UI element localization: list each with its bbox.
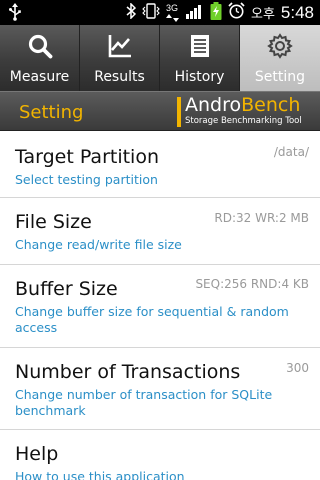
setting-value: SEQ:256 RND:4 KB <box>195 277 309 291</box>
setting-value: 300 <box>286 361 309 375</box>
signal-icon <box>185 3 204 23</box>
logo-name: AndroBench <box>185 94 300 116</box>
setting-title: Target Partition <box>15 146 160 168</box>
setting-number-of-transactions[interactable]: Number of Transactions 300 Change number… <box>0 348 320 430</box>
chart-icon <box>107 33 133 63</box>
androbench-logo: AndroBench Storage Benchmarking Tool <box>177 94 308 128</box>
setting-file-size[interactable]: File Size RD:32 WR:2 MB Change read/writ… <box>0 198 320 265</box>
clock-time: 5:48 <box>280 2 314 22</box>
logo-name-andro: Andro <box>185 94 242 116</box>
tab-measure[interactable]: Measure <box>0 25 80 91</box>
setting-target-partition[interactable]: Target Partition /data/ Select testing p… <box>0 131 320 198</box>
vibrate-icon <box>142 2 160 23</box>
tab-history[interactable]: History <box>160 25 240 91</box>
setting-summary: Select testing partition <box>15 172 158 187</box>
tab-results[interactable]: Results <box>80 25 160 91</box>
usb-icon <box>8 3 22 25</box>
settings-list: Target Partition /data/ Select testing p… <box>0 131 320 480</box>
page-title: Setting <box>19 102 84 123</box>
setting-summary: Change read/write file size <box>15 237 182 252</box>
magnifier-icon <box>27 33 53 63</box>
setting-help[interactable]: Help How to use this application <box>0 430 320 480</box>
alarm-icon <box>228 2 245 23</box>
tab-setting-label: Setting <box>254 69 306 85</box>
setting-value: RD:32 WR:2 MB <box>214 211 309 225</box>
bluetooth-icon <box>126 1 137 23</box>
setting-summary: Change number of transaction for SQLite … <box>15 387 273 418</box>
setting-title: Buffer Size <box>15 278 118 300</box>
tab-measure-label: Measure <box>9 69 70 85</box>
gear-icon <box>267 33 293 63</box>
tab-setting[interactable]: Setting <box>240 25 320 91</box>
clock-ampm: 오후 <box>250 6 275 21</box>
document-icon <box>187 33 213 63</box>
logo-accent-bar <box>177 97 181 127</box>
network-type-icon: 3G <box>165 3 180 22</box>
tab-history-label: History <box>174 69 225 85</box>
battery-charging-icon <box>210 1 222 24</box>
setting-summary: How to use this application <box>15 469 185 480</box>
setting-summary: Change buffer size for sequential & rand… <box>15 304 289 335</box>
setting-value: /data/ <box>273 145 309 159</box>
setting-title: File Size <box>15 211 92 233</box>
logo-name-bench: Bench <box>241 94 301 116</box>
tab-bar: Measure Results History Setting <box>0 25 320 91</box>
page-header: Setting AndroBench Storage Benchmarking … <box>0 91 320 131</box>
status-bar: 3G 오후 5:48 <box>0 0 320 25</box>
tab-results-label: Results <box>94 69 145 85</box>
logo-tagline: Storage Benchmarking Tool <box>185 116 302 126</box>
setting-buffer-size[interactable]: Buffer Size SEQ:256 RND:4 KB Change buff… <box>0 265 320 348</box>
setting-title: Number of Transactions <box>15 361 241 383</box>
setting-title: Help <box>15 443 59 465</box>
